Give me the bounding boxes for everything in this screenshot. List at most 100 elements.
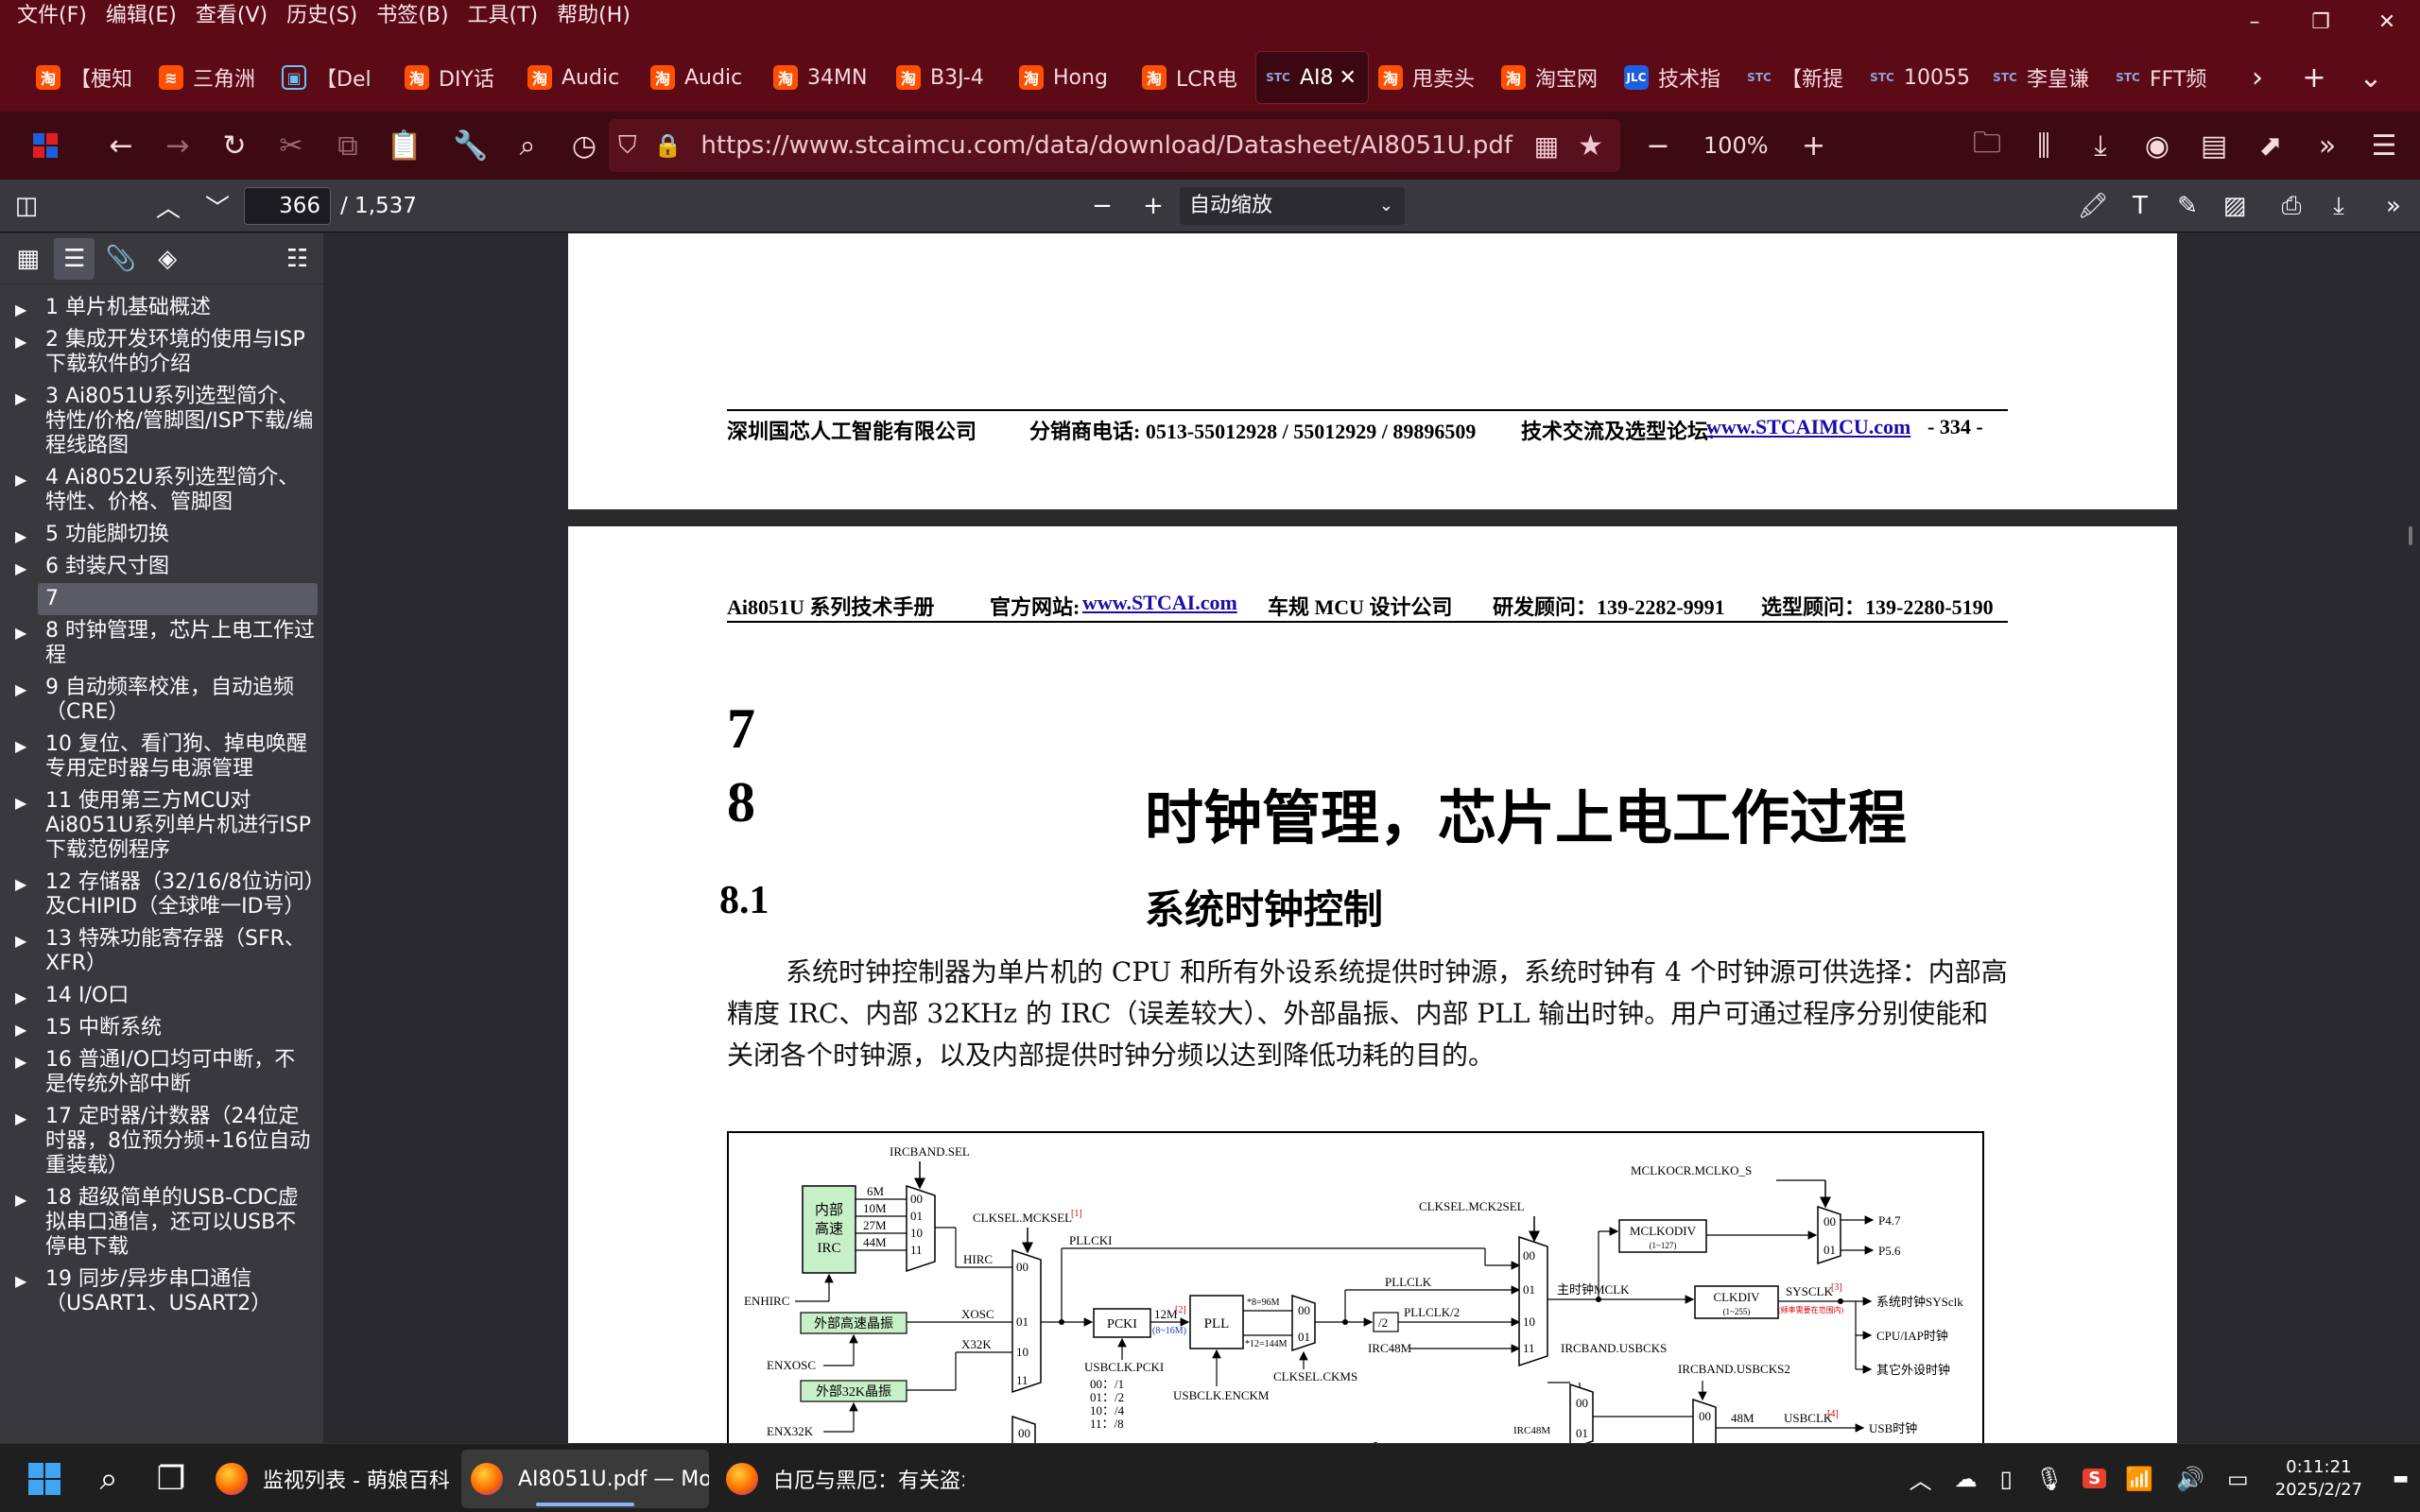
expand-arrow-icon[interactable]: ▶ [15,387,26,411]
tray-overflow-icon[interactable]: ︿ [1898,1462,1944,1495]
history-clock-icon[interactable]: ◷ [556,117,613,174]
forward-icon[interactable]: → [149,117,206,174]
page-number-input[interactable]: 366 [244,187,331,225]
battery-icon[interactable]: ▭ [2216,1466,2260,1492]
notification-icon[interactable]: ▬ [2381,1469,2420,1488]
tab-9[interactable]: 淘 LCR电 [1132,51,1255,104]
restore-button[interactable]: ❐ [2288,0,2354,43]
outline-item[interactable]: ▶ 2 集成开发环境的使用与ISP下载软件的介绍 [0,324,323,381]
tab-8[interactable]: 淘 Hong [1010,51,1132,104]
expand-arrow-icon[interactable]: ▶ [15,468,26,492]
expand-arrow-icon[interactable]: ▶ [15,1188,26,1212]
expand-arrow-icon[interactable]: ▶ [15,1107,26,1131]
lock-icon[interactable]: 🔒 [654,132,683,159]
tab-17[interactable]: STC FFT频 [2106,51,2229,104]
task-view-icon[interactable]: ❐ [146,1453,197,1504]
previous-page-icon[interactable]: ︿ [146,183,191,229]
zoom-in-button[interactable]: + [1786,117,1842,174]
extensions-icon[interactable]: ⬈ [2242,117,2299,174]
bookmark-star-icon[interactable]: ★ [1570,129,1611,163]
library-icon[interactable]: ⫼ [2015,117,2072,174]
outline-item[interactable]: ▶ 16 普通I/O口均可中断，不是传统外部中断 [0,1044,323,1101]
tab-15[interactable]: STC 10055 [1860,51,1983,104]
print-icon[interactable]: ⎙ [2269,183,2314,229]
input-method-icon[interactable]: S [2083,1469,2107,1488]
outline-item[interactable]: ▶ 8 时钟管理，芯片上电工作过程 [0,615,323,672]
menu-file[interactable]: 文件(F) [8,0,96,32]
zoom-out-pdf-button[interactable]: − [1080,183,1125,229]
menu-view[interactable]: 查看(V) [186,0,277,32]
expand-arrow-icon[interactable]: ▶ [15,1050,26,1074]
outline-item[interactable]: 7 [38,583,318,615]
tab-4[interactable]: 淘 Audic [518,51,641,104]
volume-icon[interactable]: 🔊 [2165,1466,2216,1492]
tab-5[interactable]: 淘 Audic [641,51,764,104]
highlight-icon[interactable]: 🖍 [2070,183,2116,229]
close-tab-icon[interactable]: ✕ [1340,66,1357,90]
expand-arrow-icon[interactable]: ▶ [15,1269,26,1294]
list-all-tabs-icon[interactable]: ⌄ [2342,51,2399,104]
url-bar[interactable]: ⛉ 🔒 https://www.stcaimcu.com/data/downlo… [609,119,1620,172]
expand-arrow-icon[interactable]: ▶ [15,557,26,581]
taskbar-search-icon[interactable]: ⌕ [83,1453,134,1504]
clock[interactable]: 0:11:21 2025/2/27 [2260,1456,2381,1502]
tab-13[interactable]: JLC 技术指 [1615,51,1737,104]
back-icon[interactable]: ← [93,117,149,174]
outline-item[interactable]: ▶ 10 复位、看门狗、掉电唤醒专用定时器与电源管理 [0,729,323,785]
expand-arrow-icon[interactable]: ▶ [15,298,26,322]
expand-arrow-icon[interactable]: ▶ [15,1018,26,1042]
start-windows-icon[interactable] [19,1453,70,1504]
outline-item[interactable]: ▶ 12 存储器（32/16/8位访问）及CHIPID（全球唯一ID号） [0,867,323,923]
taskbar-app-3[interactable]: 白厄与黑厄：有关盗> [717,1450,964,1508]
thumbnails-icon[interactable]: ▦ [8,238,48,280]
shield-icon[interactable]: ⛉ [618,131,637,161]
text-tool-icon[interactable]: T [2118,183,2163,229]
layers-icon[interactable]: ◈ [147,238,188,280]
outline-item[interactable]: ▶ 19 同步/异步串口通信（USART1、USART2） [0,1263,323,1320]
expand-arrow-icon[interactable]: ▶ [15,330,26,354]
next-page-icon[interactable]: ﹀ [195,183,240,229]
app-logo-icon[interactable] [17,117,74,174]
outline-item[interactable]: ▶ 14 I/O口 [0,980,323,1012]
outline-item[interactable]: ▶ 15 中断系统 [0,1012,323,1044]
expand-arrow-icon[interactable]: ▶ [15,524,26,549]
search-icon[interactable]: ⌕ [499,117,556,174]
new-tab-button[interactable]: + [2286,51,2342,104]
expand-arrow-icon[interactable]: ▶ [15,734,26,759]
close-window-button[interactable]: ✕ [2354,0,2420,43]
wifi-icon[interactable]: 📶 [2114,1466,2165,1492]
menu-help[interactable]: 帮助(H) [547,0,640,32]
overflow-icon[interactable]: » [2299,117,2356,174]
folder-icon[interactable]: 🗀 [1959,117,2015,174]
extension-mask-icon[interactable]: ◉ [2129,117,2186,174]
tab-16[interactable]: STC 李皇谦 [1983,51,2106,104]
expand-arrow-icon[interactable]: ▶ [15,986,26,1010]
tab-6[interactable]: 淘 34MN [764,51,887,104]
taskbar-app-2[interactable]: AI8051U.pdf — Mozil [461,1450,709,1508]
outline-item[interactable]: ▶ 3 Ai8051U系列选型简介、特性/价格/管脚图/ISP下载/编程线路图 [0,381,323,462]
outline-item[interactable]: ▶ 1 单片机基础概述 [0,292,323,324]
tab-2[interactable]: ▣ 【Del [272,51,395,104]
paste-icon[interactable]: 📋 [376,117,433,174]
tab-11[interactable]: 淘甩卖头 [1369,51,1492,104]
usb-icon[interactable]: ▯ [1989,1466,2024,1492]
scale-select[interactable]: 自动缩放 ⌄ [1180,187,1405,225]
draw-icon[interactable]: ✎ [2165,183,2210,229]
taskbar-app-1[interactable]: 监视列表 - 萌娘百科 : [206,1450,454,1508]
menu-bookmarks[interactable]: 书签(B) [367,0,458,32]
expand-arrow-icon[interactable]: ▶ [15,872,26,897]
expand-arrow-icon[interactable]: ▶ [15,929,26,954]
footer-forum-link[interactable]: www.STCAIMCU.com [1706,415,1910,439]
outline-item[interactable]: ▶ 5 功能脚切换 [0,519,323,551]
menu-history[interactable]: 历史(S) [277,0,367,32]
expand-arrow-icon[interactable]: ▶ [15,791,26,816]
microphone-icon[interactable]: 🎙 [2024,1466,2075,1492]
outline-item[interactable]: ▶ 4 Ai8052U系列选型简介、特性、价格、管脚图 [0,462,323,519]
outline-item[interactable]: ▶ 11 使用第三方MCU对Ai8051U系列单片机进行ISP下载范例程序 [0,785,323,867]
minimize-button[interactable]: – [2221,0,2288,43]
zoom-in-pdf-button[interactable]: + [1131,183,1176,229]
cut-icon[interactable]: ✂ [263,117,320,174]
menu-edit[interactable]: 编辑(E) [96,0,186,32]
outline-icon[interactable]: ☰ [54,237,95,280]
outline-options-icon[interactable]: ☷ [277,238,318,280]
